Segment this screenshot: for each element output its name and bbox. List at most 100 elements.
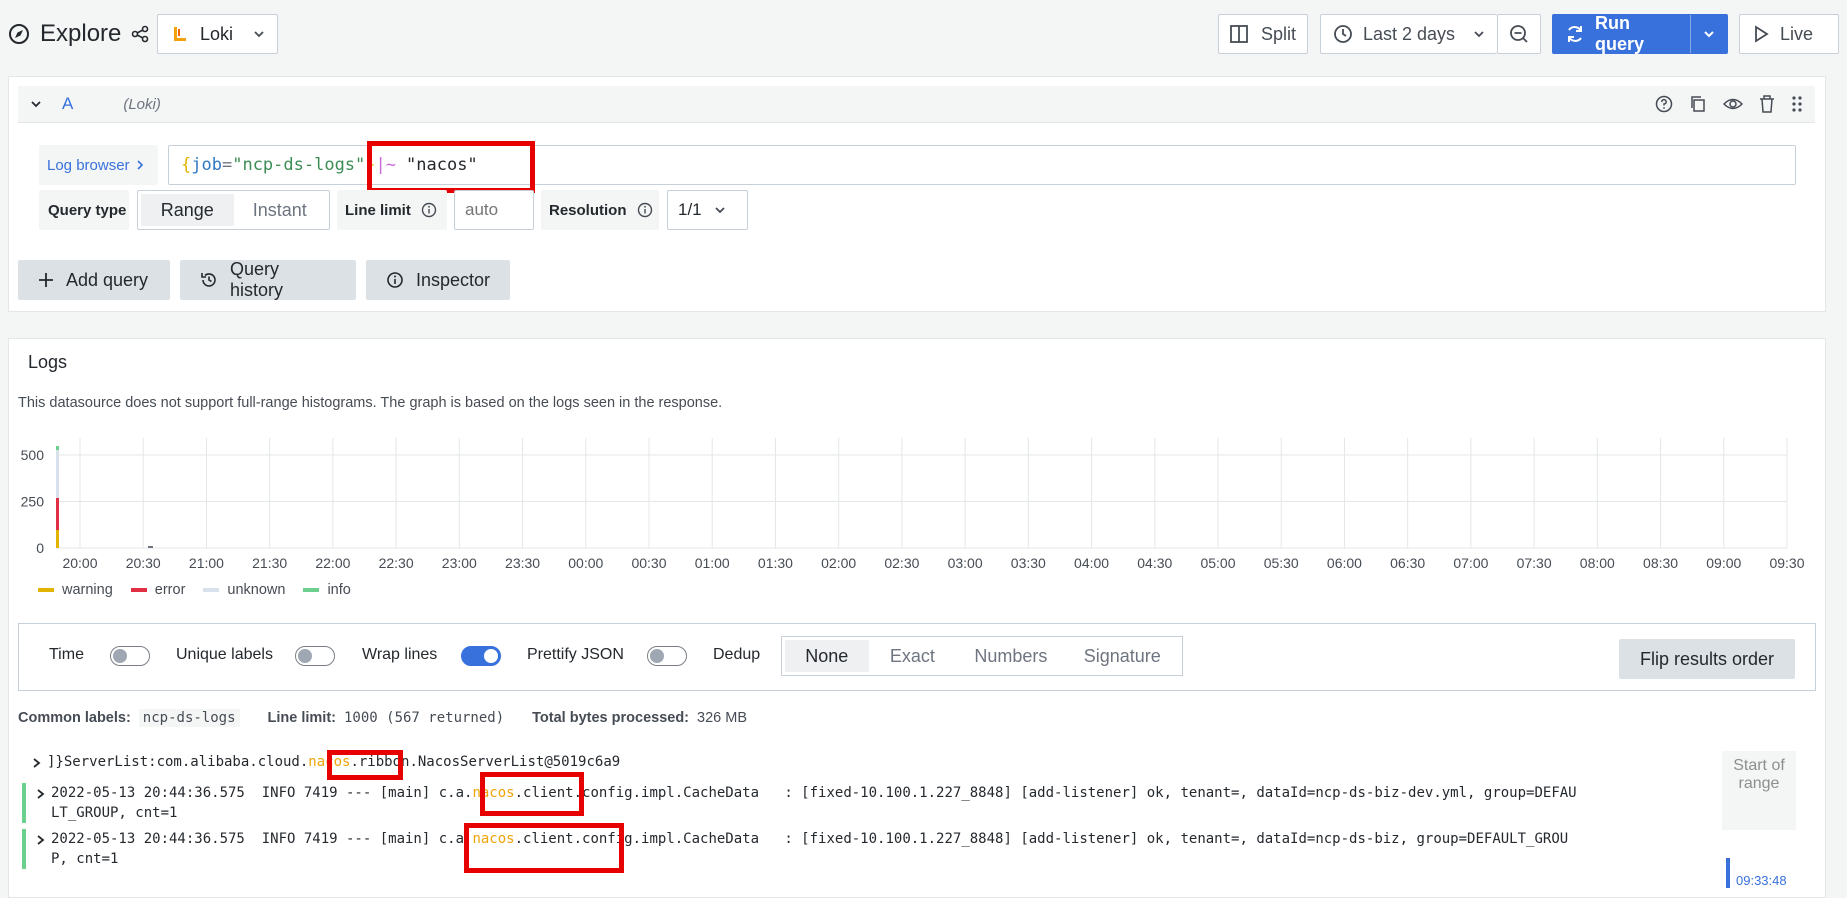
add-query-button[interactable]: Add query [18,260,170,300]
legend-item-info[interactable]: info [303,582,351,598]
query-datasource-hint: (Loki) [123,95,161,113]
share-icon[interactable] [131,25,149,43]
legend-item-unknown[interactable]: unknown [203,582,285,598]
log-row[interactable]: 2022-05-13 20:44:36.575 INFO 7419 --- [m… [22,783,1712,823]
chevron-down-icon [714,204,726,216]
query-history-button[interactable]: Query history [180,259,356,300]
x-tick-label: 02:00 [821,555,856,571]
info-icon[interactable] [421,202,437,218]
chevron-right-icon[interactable] [36,833,46,851]
run-query-label: Run query [1595,13,1645,54]
query-input[interactable]: {job = "ncp-ds-logs"} |~ "nacos" [168,145,1796,185]
chevron-down-icon [253,28,265,40]
resolution-text: Resolution [549,201,627,219]
inspector-button[interactable]: Inspector [366,260,510,300]
log-browser-button[interactable]: Log browser [39,145,158,185]
legend-label: error [154,582,186,598]
unique-labels-option-label: Unique labels [176,646,273,663]
flip-results-order-button[interactable]: Flip results order [1619,639,1795,679]
wrap-lines-option-label: Wrap lines [362,646,438,663]
run-query-button[interactable]: Run query [1552,13,1728,54]
info-icon[interactable] [637,202,653,218]
log-message: 2022-05-13 20:44:36.575 INFO 7419 --- [m… [51,829,1712,869]
zoom-out-button[interactable] [1497,14,1541,54]
line-limit-meta-value: 1000 (567 returned) [344,710,505,726]
log-row[interactable]: ]}ServerList:com.alibaba.cloud.nacos.rib… [22,752,1712,772]
datasource-picker[interactable]: Loki [157,14,278,54]
chevron-right-icon[interactable] [32,756,42,774]
dedup-signature[interactable]: Signature [1066,640,1179,672]
query-ref-id[interactable]: A [62,94,73,114]
log-text: 2022-05-13 20:44:36.575 INFO 7419 --- [m… [51,831,473,847]
histogram-notice: This datasource does not support full-ra… [18,395,723,411]
help-icon[interactable] [1655,95,1673,113]
legend-swatch [303,588,320,592]
log-text: .client.config.impl.CacheData : [fixed-1… [514,831,1569,847]
sync-icon [1565,24,1585,44]
x-tick-label: 01:00 [695,555,730,571]
chevron-right-icon [136,159,144,171]
x-tick-label: 00:30 [631,555,666,571]
explore-title: Explore [8,14,149,54]
dedup-exact[interactable]: Exact [869,640,957,672]
dedup-none[interactable]: None [785,640,869,672]
start-of-range-button[interactable]: Start of range [1722,751,1796,830]
x-tick-label: 05:00 [1200,555,1235,571]
live-button[interactable]: Live [1739,14,1839,54]
zoom-out-icon [1509,24,1529,44]
log-highlight: nacos [308,754,351,770]
split-button[interactable]: Split [1218,14,1308,54]
line-limit-input[interactable] [454,190,534,230]
run-query-options[interactable] [1690,15,1727,53]
eye-icon[interactable] [1723,95,1743,113]
resolution-label: Resolution [541,190,659,230]
bar-error [56,498,59,530]
unique-labels-toggle[interactable] [295,646,335,666]
histogram-legend: warning error unknown info [38,582,351,598]
dedup-numbers[interactable]: Numbers [956,640,1065,672]
line-limit-label: Line limit [337,190,447,230]
legend-item-warning[interactable]: warning [38,582,113,598]
query-type-range[interactable]: Range [141,194,234,226]
logs-title: Logs [28,352,68,372]
logs-meta: Common labels: ncp-ds-logs Line limit: 1… [18,709,747,727]
dedup-option-label: Dedup [713,646,761,663]
log-row[interactable]: 2022-05-13 20:44:36.575 INFO 7419 --- [m… [22,829,1712,869]
x-tick-label: 09:30 [1769,555,1804,571]
query-row-header: A (Loki) [18,86,1815,123]
time-range-picker[interactable]: Last 2 days [1320,14,1497,54]
copy-icon[interactable] [1689,95,1707,113]
query-row-actions [1655,95,1803,113]
trash-icon[interactable] [1759,95,1775,113]
time-marker-label: 09:33:48 [1736,873,1787,888]
query-type-instant[interactable]: Instant [234,194,327,226]
x-tick-label: 02:30 [884,555,919,571]
time-toggle[interactable] [110,646,150,666]
prettify-json-toggle[interactable] [647,646,687,666]
plus-icon [38,272,54,288]
loki-logo-icon [170,24,190,44]
legend-item-error[interactable]: error [130,582,186,598]
legend-swatch [203,588,220,592]
drag-handle-icon[interactable] [1791,95,1803,113]
query-brace-open: { [181,155,192,175]
clock-icon [1333,24,1353,44]
resolution-value: 1/1 [678,200,702,219]
x-tick-label: 01:30 [758,555,793,571]
query-brace-close: } [365,155,376,175]
inspector-label: Inspector [416,269,491,290]
x-tick-label: 21:00 [189,555,224,571]
time-range-label: Last 2 days [1363,23,1456,44]
columns-icon [1229,24,1249,44]
dedup-radio-group: None Exact Numbers Signature [781,636,1183,676]
compass-icon [8,23,30,45]
chevron-down-icon[interactable] [30,98,42,110]
info-icon [386,271,404,289]
wrap-lines-toggle[interactable] [461,646,501,666]
x-tick-label: 20:00 [62,555,97,571]
x-tick-label: 04:00 [1074,555,1109,571]
chevron-right-icon[interactable] [36,787,46,805]
query-label-value: "ncp-ds-logs" [232,155,366,175]
x-tick-label: 06:30 [1390,555,1425,571]
resolution-select[interactable]: 1/1 [667,190,748,230]
